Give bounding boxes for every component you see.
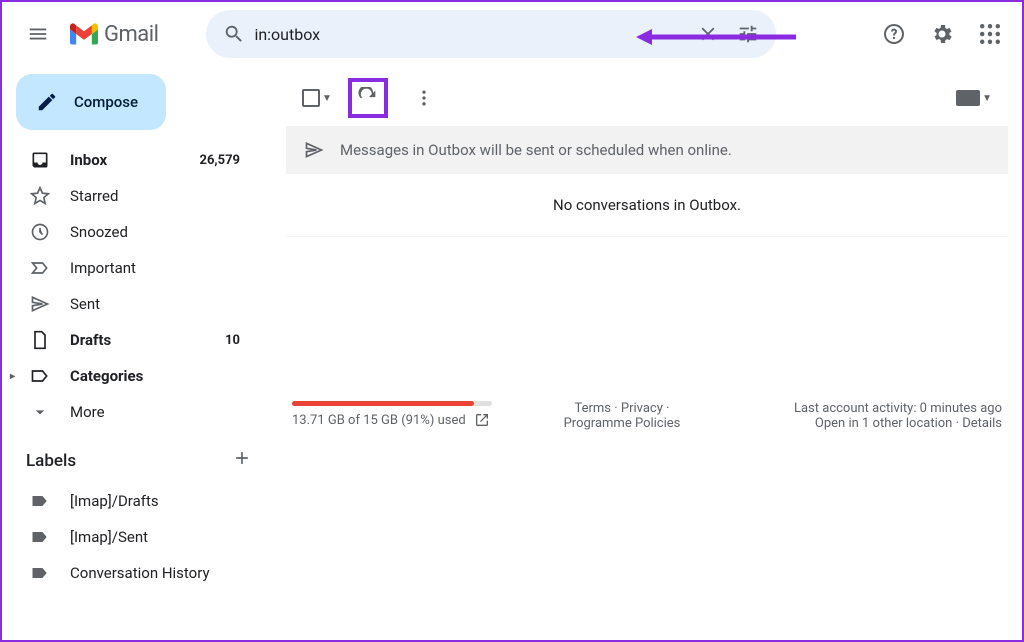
sidebar-item-sent[interactable]: Sent — [2, 286, 258, 322]
pencil-icon — [36, 91, 58, 113]
refresh-icon — [357, 87, 379, 109]
sidebar-item-more[interactable]: More — [2, 394, 258, 430]
sidebar-item-starred[interactable]: Starred — [2, 178, 258, 214]
clear-search-button[interactable] — [688, 14, 728, 54]
sidebar: Compose Inbox 26,579 Starred Snoozed Imp… — [2, 66, 272, 640]
search-bar[interactable] — [206, 10, 776, 58]
gear-icon — [930, 22, 954, 46]
footer-right: Last account activity: 0 minutes ago Ope… — [722, 401, 1002, 431]
search-icon[interactable] — [214, 23, 254, 45]
apps-icon — [980, 24, 1000, 44]
tune-icon — [737, 23, 759, 45]
main-panel: ▼ ▼ Messages in Outbox will be sent or s… — [272, 66, 1022, 640]
open-in-link[interactable]: Open in 1 other location — [815, 416, 952, 431]
storage-bar — [292, 401, 492, 406]
keyboard-icon — [956, 90, 980, 106]
menu-icon — [27, 23, 49, 45]
sidebar-item-important[interactable]: Important — [2, 250, 258, 286]
label-item-conversation-history[interactable]: Conversation History — [2, 555, 258, 591]
sidebar-item-categories[interactable]: ▸ Categories — [2, 358, 258, 394]
app-header: Gmail — [2, 2, 1022, 66]
important-icon — [30, 258, 50, 278]
help-icon — [882, 22, 906, 46]
tag-icon — [30, 563, 50, 583]
storage-widget[interactable]: 13.71 GB of 15 GB (91%) used — [292, 401, 522, 431]
terms-link[interactable]: Terms — [574, 401, 611, 416]
support-button[interactable] — [874, 14, 914, 54]
select-all-control[interactable]: ▼ — [302, 89, 332, 107]
gmail-logo-icon — [70, 23, 98, 45]
more-actions-button[interactable] — [404, 78, 444, 118]
gmail-logo[interactable]: Gmail — [70, 22, 158, 47]
file-icon — [30, 330, 50, 350]
more-vert-icon — [414, 88, 434, 108]
footer: 13.71 GB of 15 GB (91%) used Terms · Pri… — [286, 387, 1008, 445]
star-icon — [30, 186, 50, 206]
banner-text: Messages in Outbox will be sent or sched… — [340, 141, 732, 159]
chevron-down-icon: ▼ — [322, 93, 332, 104]
settings-button[interactable] — [922, 14, 962, 54]
search-options-button[interactable] — [728, 14, 768, 54]
activity-text: Last account activity: 0 minutes ago — [722, 401, 1002, 416]
apps-button[interactable] — [970, 14, 1010, 54]
header-actions — [874, 14, 1010, 54]
privacy-link[interactable]: Privacy — [621, 401, 663, 416]
tag-icon — [30, 491, 50, 511]
chevron-down-icon — [30, 402, 50, 422]
sidebar-item-drafts[interactable]: Drafts 10 — [2, 322, 258, 358]
programme-link[interactable]: Programme Policies — [564, 416, 681, 431]
checkbox-icon — [302, 89, 320, 107]
sidebar-item-inbox[interactable]: Inbox 26,579 — [2, 142, 258, 178]
label-item-imap-drafts[interactable]: [Imap]/Drafts — [2, 483, 258, 519]
open-in-new-icon — [474, 412, 490, 428]
compose-label: Compose — [74, 93, 138, 111]
send-icon — [304, 140, 324, 160]
chevron-right-icon: ▸ — [10, 371, 15, 382]
label-icon — [30, 366, 50, 386]
info-banner: Messages in Outbox will be sent or sched… — [286, 126, 1008, 174]
sidebar-item-snoozed[interactable]: Snoozed — [2, 214, 258, 250]
empty-message: No conversations in Outbox. — [286, 174, 1008, 237]
label-item-imap-sent[interactable]: [Imap]/Sent — [2, 519, 258, 555]
add-label-button[interactable] — [232, 448, 252, 473]
storage-fill — [292, 401, 474, 406]
labels-section-header: Labels — [2, 430, 272, 483]
inbox-icon — [30, 150, 50, 170]
refresh-button[interactable] — [348, 78, 388, 118]
send-icon — [30, 294, 50, 314]
clock-icon — [30, 222, 50, 242]
compose-button[interactable]: Compose — [16, 74, 166, 130]
search-input[interactable] — [254, 25, 688, 44]
tag-icon — [30, 527, 50, 547]
storage-text: 13.71 GB of 15 GB (91%) used — [292, 413, 466, 428]
main-menu-button[interactable] — [14, 10, 62, 58]
footer-links-center: Terms · Privacy · Programme Policies — [546, 401, 698, 431]
logo-text: Gmail — [104, 22, 158, 47]
toolbar: ▼ ▼ — [286, 70, 1008, 126]
close-icon — [697, 23, 719, 45]
input-tools-button[interactable]: ▼ — [956, 90, 992, 106]
chevron-down-icon: ▼ — [982, 93, 992, 104]
labels-title: Labels — [26, 451, 76, 471]
details-link[interactable]: Details — [962, 416, 1002, 431]
